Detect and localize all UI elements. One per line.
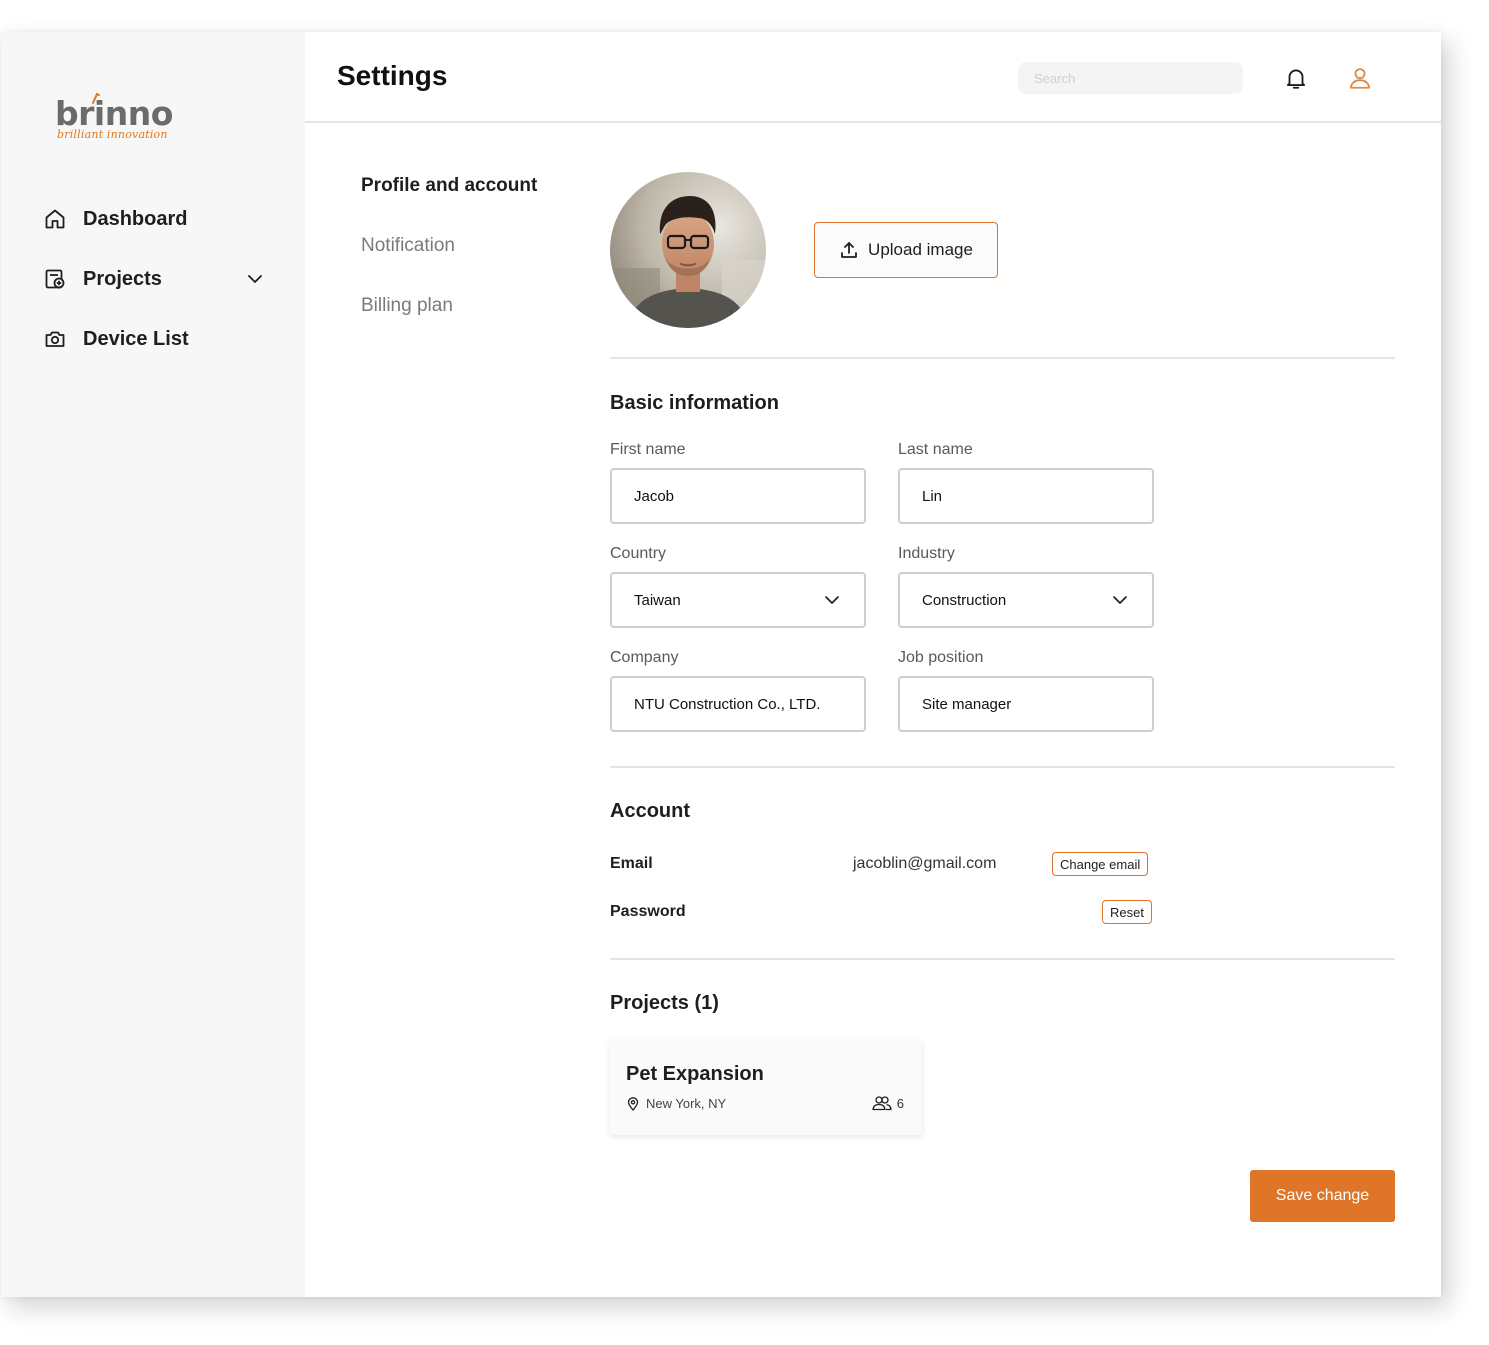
bell-icon[interactable] xyxy=(1283,65,1309,91)
first-name-label: First name xyxy=(610,441,686,458)
camera-icon xyxy=(43,327,67,351)
main-content: Settings Profile and account Notificatio… xyxy=(305,32,1441,1297)
upload-image-button[interactable]: Upload image xyxy=(814,222,998,278)
sidebar: brinno brilliant innovation Dashboard Pr… xyxy=(1,32,305,1297)
users-icon xyxy=(871,1095,893,1111)
location-pin-icon xyxy=(626,1096,640,1111)
sidebar-item-dashboard[interactable]: Dashboard xyxy=(43,203,273,235)
job-position-field[interactable]: Site manager xyxy=(898,676,1154,732)
sidebar-item-device-list[interactable]: Device List xyxy=(43,323,273,355)
sidebar-item-label: Projects xyxy=(83,267,162,290)
company-label: Company xyxy=(610,649,679,666)
country-value: Taiwan xyxy=(634,591,681,609)
page-title: Settings xyxy=(337,60,448,91)
brand-tagline: brilliant innovation xyxy=(57,128,168,141)
job-position-value: Site manager xyxy=(922,695,1012,713)
tab-profile-and-account[interactable]: Profile and account xyxy=(361,175,537,197)
section-divider xyxy=(610,357,1395,359)
project-card[interactable]: Pet Expansion New York, NY 6 xyxy=(610,1039,922,1135)
basic-information-title: Basic information xyxy=(610,392,779,414)
job-position-label: Job position xyxy=(898,649,984,666)
save-change-button[interactable]: Save change xyxy=(1250,1170,1395,1222)
sidebar-item-label: Dashboard xyxy=(83,207,188,230)
logo-spark-icon xyxy=(92,92,100,104)
password-label: Password xyxy=(610,903,686,920)
app-window: brinno brilliant innovation Dashboard Pr… xyxy=(1,32,1441,1297)
chevron-down-icon[interactable] xyxy=(243,267,267,291)
user-icon[interactable] xyxy=(1347,65,1373,91)
projects-icon xyxy=(43,267,67,291)
project-members: 6 xyxy=(871,1095,904,1111)
company-field[interactable]: NTU Construction Co., LTD. xyxy=(610,676,866,732)
sidebar-item-projects[interactable]: Projects xyxy=(43,263,273,295)
chevron-down-icon xyxy=(1113,596,1127,604)
project-location-text: New York, NY xyxy=(646,1096,727,1111)
reset-password-button[interactable]: Reset xyxy=(1102,900,1152,924)
project-member-count: 6 xyxy=(896,1095,904,1111)
tab-billing-plan[interactable]: Billing plan xyxy=(361,295,453,317)
industry-value: Construction xyxy=(922,591,1007,609)
project-location: New York, NY xyxy=(626,1096,726,1111)
first-name-value: Jacob xyxy=(634,487,675,505)
search-input[interactable] xyxy=(1018,62,1243,94)
first-name-field[interactable]: Jacob xyxy=(610,468,866,524)
upload-image-label: Upload image xyxy=(868,240,973,259)
account-title: Account xyxy=(610,800,690,822)
country-label: Country xyxy=(610,545,667,562)
email-label: Email xyxy=(610,855,653,872)
brand-logo[interactable]: brinno brilliant innovation xyxy=(55,92,185,150)
tab-notification[interactable]: Notification xyxy=(361,235,455,257)
home-icon xyxy=(43,207,67,231)
country-select[interactable]: Taiwan xyxy=(610,572,866,628)
avatar xyxy=(610,172,766,328)
last-name-field[interactable]: Lin xyxy=(898,468,1154,524)
email-value: jacoblin@gmail.com xyxy=(853,855,997,872)
last-name-value: Lin xyxy=(922,487,943,505)
sidebar-item-label: Device List xyxy=(83,327,189,350)
top-bar: Settings xyxy=(305,32,1441,123)
projects-title: Projects (1) xyxy=(610,992,719,1014)
section-divider xyxy=(610,766,1395,768)
change-email-button[interactable]: Change email xyxy=(1052,852,1149,876)
upload-icon xyxy=(839,240,859,260)
industry-select[interactable]: Construction xyxy=(898,572,1154,628)
section-divider xyxy=(610,958,1395,960)
last-name-label: Last name xyxy=(898,441,973,458)
chevron-down-icon xyxy=(825,596,839,604)
industry-label: Industry xyxy=(898,545,955,562)
profile-photo xyxy=(610,172,766,328)
company-value: NTU Construction Co., LTD. xyxy=(634,695,821,713)
project-name: Pet Expansion xyxy=(626,1063,764,1085)
